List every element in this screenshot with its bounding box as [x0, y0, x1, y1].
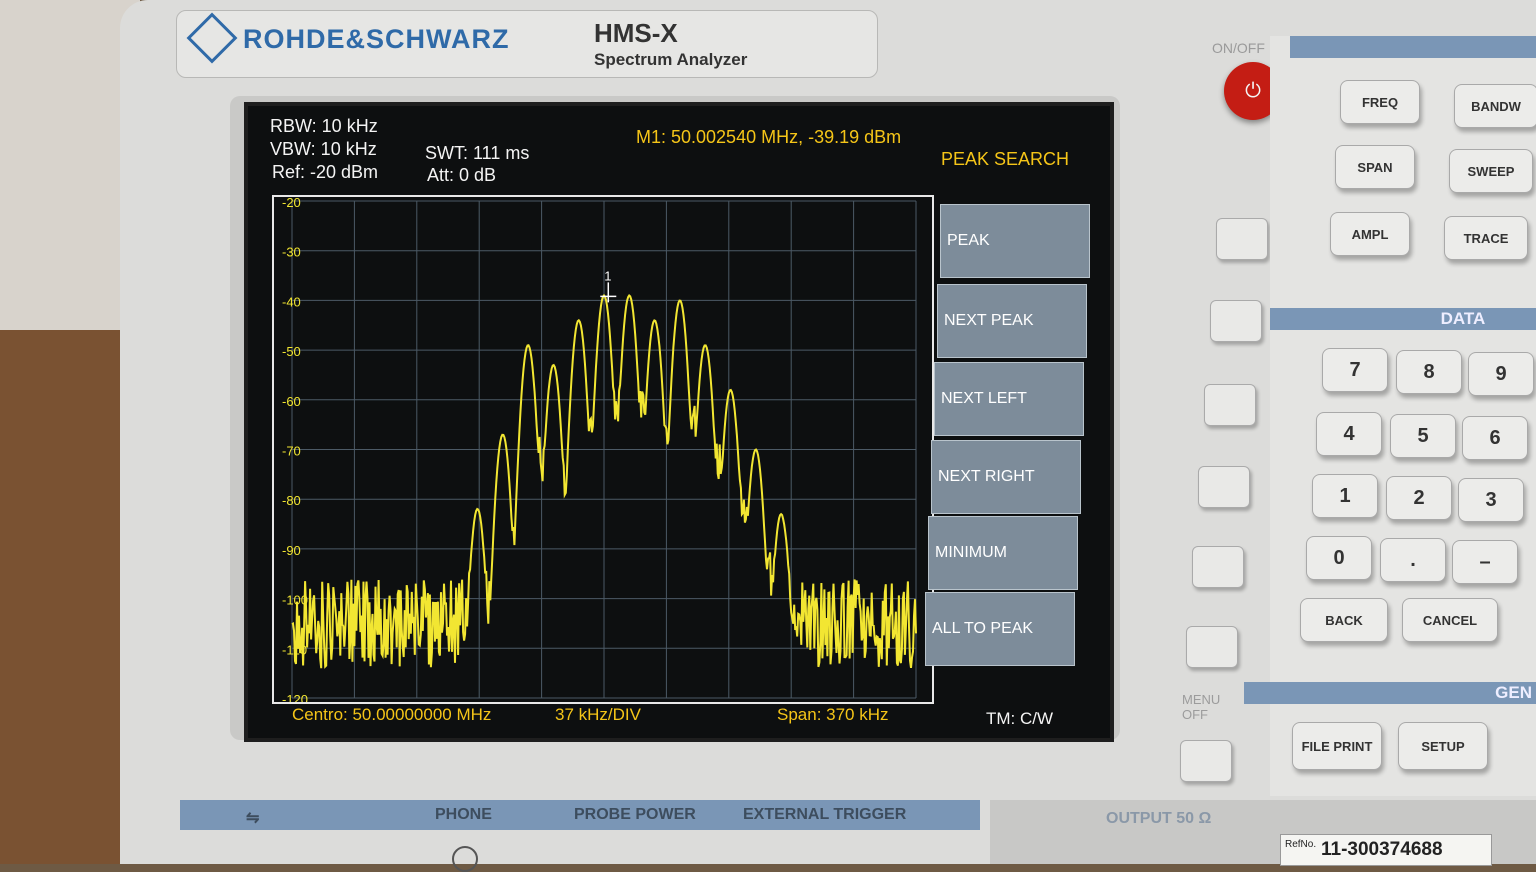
spectrum-plot: -20 -30 -40 -50 -60 -70 -80 -90 -100 -110 -120 1 — [272, 195, 934, 707]
phone-jack — [452, 846, 478, 872]
setup-key[interactable]: SETUP — [1398, 722, 1488, 770]
y-tick-label: -20 — [282, 197, 301, 210]
model-subtitle: Spectrum Analyzer — [594, 50, 748, 69]
key-0[interactable]: 0 — [1306, 536, 1372, 580]
ampl-key[interactable]: AMPL — [1330, 212, 1410, 256]
key-7[interactable]: 7 — [1322, 348, 1388, 392]
span-key[interactable]: SPAN — [1335, 145, 1415, 189]
center-frequency: Centro: 50.00000000 MHz — [292, 705, 492, 724]
key-3[interactable]: 3 — [1458, 478, 1524, 522]
hw-softkey-4[interactable] — [1198, 466, 1250, 508]
softkey-all-to-peak[interactable]: ALL TO PEAK — [925, 592, 1075, 666]
top-band — [1290, 36, 1536, 58]
menu-off-button[interactable] — [1180, 740, 1232, 782]
data-section-label: DATA — [1270, 308, 1536, 330]
usb-icon: ⇋ — [246, 810, 260, 827]
gen-section-label: GEN — [1244, 682, 1536, 704]
softkey-peak[interactable]: PEAK — [940, 204, 1090, 278]
marker-1-label: 1 — [604, 268, 611, 283]
y-tick-label: -90 — [282, 543, 301, 558]
external-trigger-label: EXTERNAL TRIGGER — [743, 806, 907, 823]
menu-title: PEAK SEARCH — [941, 149, 1070, 169]
freq-key[interactable]: FREQ — [1340, 80, 1420, 124]
key-minus[interactable]: – — [1452, 540, 1518, 584]
power-icon: ⏻ — [1245, 79, 1261, 102]
rbw-readout: RBW: 10 kHz — [270, 116, 378, 136]
power-label: ON/OFF — [1212, 40, 1265, 56]
ref-no-value: 11-300374688 — [1321, 839, 1443, 860]
y-tick-label: -30 — [282, 245, 301, 260]
key-8[interactable]: 8 — [1396, 350, 1462, 394]
key-9[interactable]: 9 — [1468, 352, 1534, 396]
vbw-readout: VBW: 10 kHz — [270, 139, 377, 159]
hw-softkey-6[interactable] — [1186, 626, 1238, 668]
y-tick-label: -60 — [282, 394, 301, 409]
menu-off-label: MENU OFF — [1182, 692, 1221, 722]
file-print-key[interactable]: FILE PRINT — [1292, 722, 1382, 770]
div-readout: 37 kHz/DIV — [555, 705, 641, 724]
att-readout: Att: 0 dB — [427, 165, 497, 185]
swt-readout: SWT: 111 ms — [425, 143, 530, 163]
back-key[interactable]: BACK — [1300, 598, 1388, 642]
bandw-key[interactable]: BANDW — [1454, 84, 1536, 128]
hw-softkey-3[interactable] — [1204, 384, 1256, 426]
key-decimal[interactable]: . — [1380, 538, 1446, 582]
y-tick-label: -50 — [282, 344, 301, 359]
marker-readout: M1: 50.002540 MHz, -39.19 dBm — [636, 127, 902, 147]
y-tick-label: -40 — [282, 294, 301, 309]
key-1[interactable]: 1 — [1312, 474, 1378, 518]
hw-softkey-2[interactable] — [1210, 300, 1262, 342]
hw-softkey-1[interactable] — [1216, 218, 1268, 260]
phone-label: PHONE — [435, 806, 492, 823]
key-5[interactable]: 5 — [1390, 414, 1456, 458]
sweep-key[interactable]: SWEEP — [1449, 149, 1533, 193]
background-wall — [0, 0, 140, 330]
softkey-next-left[interactable]: NEXT LEFT — [934, 362, 1084, 436]
softkey-next-peak[interactable]: NEXT PEAK — [937, 284, 1087, 358]
key-2[interactable]: 2 — [1386, 476, 1452, 520]
ref-no-label: RefNo. — [1285, 839, 1317, 850]
brand-name: ROHDE&SCHWARZ — [243, 24, 510, 54]
span-readout: Span: 370 kHz — [777, 705, 889, 724]
output-label: OUTPUT 50 Ω — [1106, 810, 1212, 827]
hw-softkey-5[interactable] — [1192, 546, 1244, 588]
cancel-key[interactable]: CANCEL — [1402, 598, 1498, 642]
trace-key[interactable]: TRACE — [1444, 216, 1528, 260]
y-tick-label: -70 — [282, 444, 301, 459]
spectrum-svg: -20-30-40-50-60-70-80-90-100-110-1201 — [282, 195, 917, 707]
key-4[interactable]: 4 — [1316, 412, 1382, 456]
ref-readout: Ref: -20 dBm — [272, 162, 379, 182]
probe-power-label: PROBE POWER — [574, 806, 696, 823]
ref-number-sticker: RefNo. 11-300374688 — [1280, 834, 1492, 866]
background-desk — [0, 330, 140, 864]
softkey-next-right[interactable]: NEXT RIGHT — [931, 440, 1081, 514]
key-6[interactable]: 6 — [1462, 416, 1528, 460]
softkey-minimum[interactable]: MINIMUM — [928, 516, 1078, 590]
tm-readout: TM: C/W — [986, 709, 1054, 728]
model-name: HMS-X — [594, 18, 678, 48]
y-tick-label: -120 — [282, 692, 308, 702]
y-tick-label: -80 — [282, 493, 301, 508]
